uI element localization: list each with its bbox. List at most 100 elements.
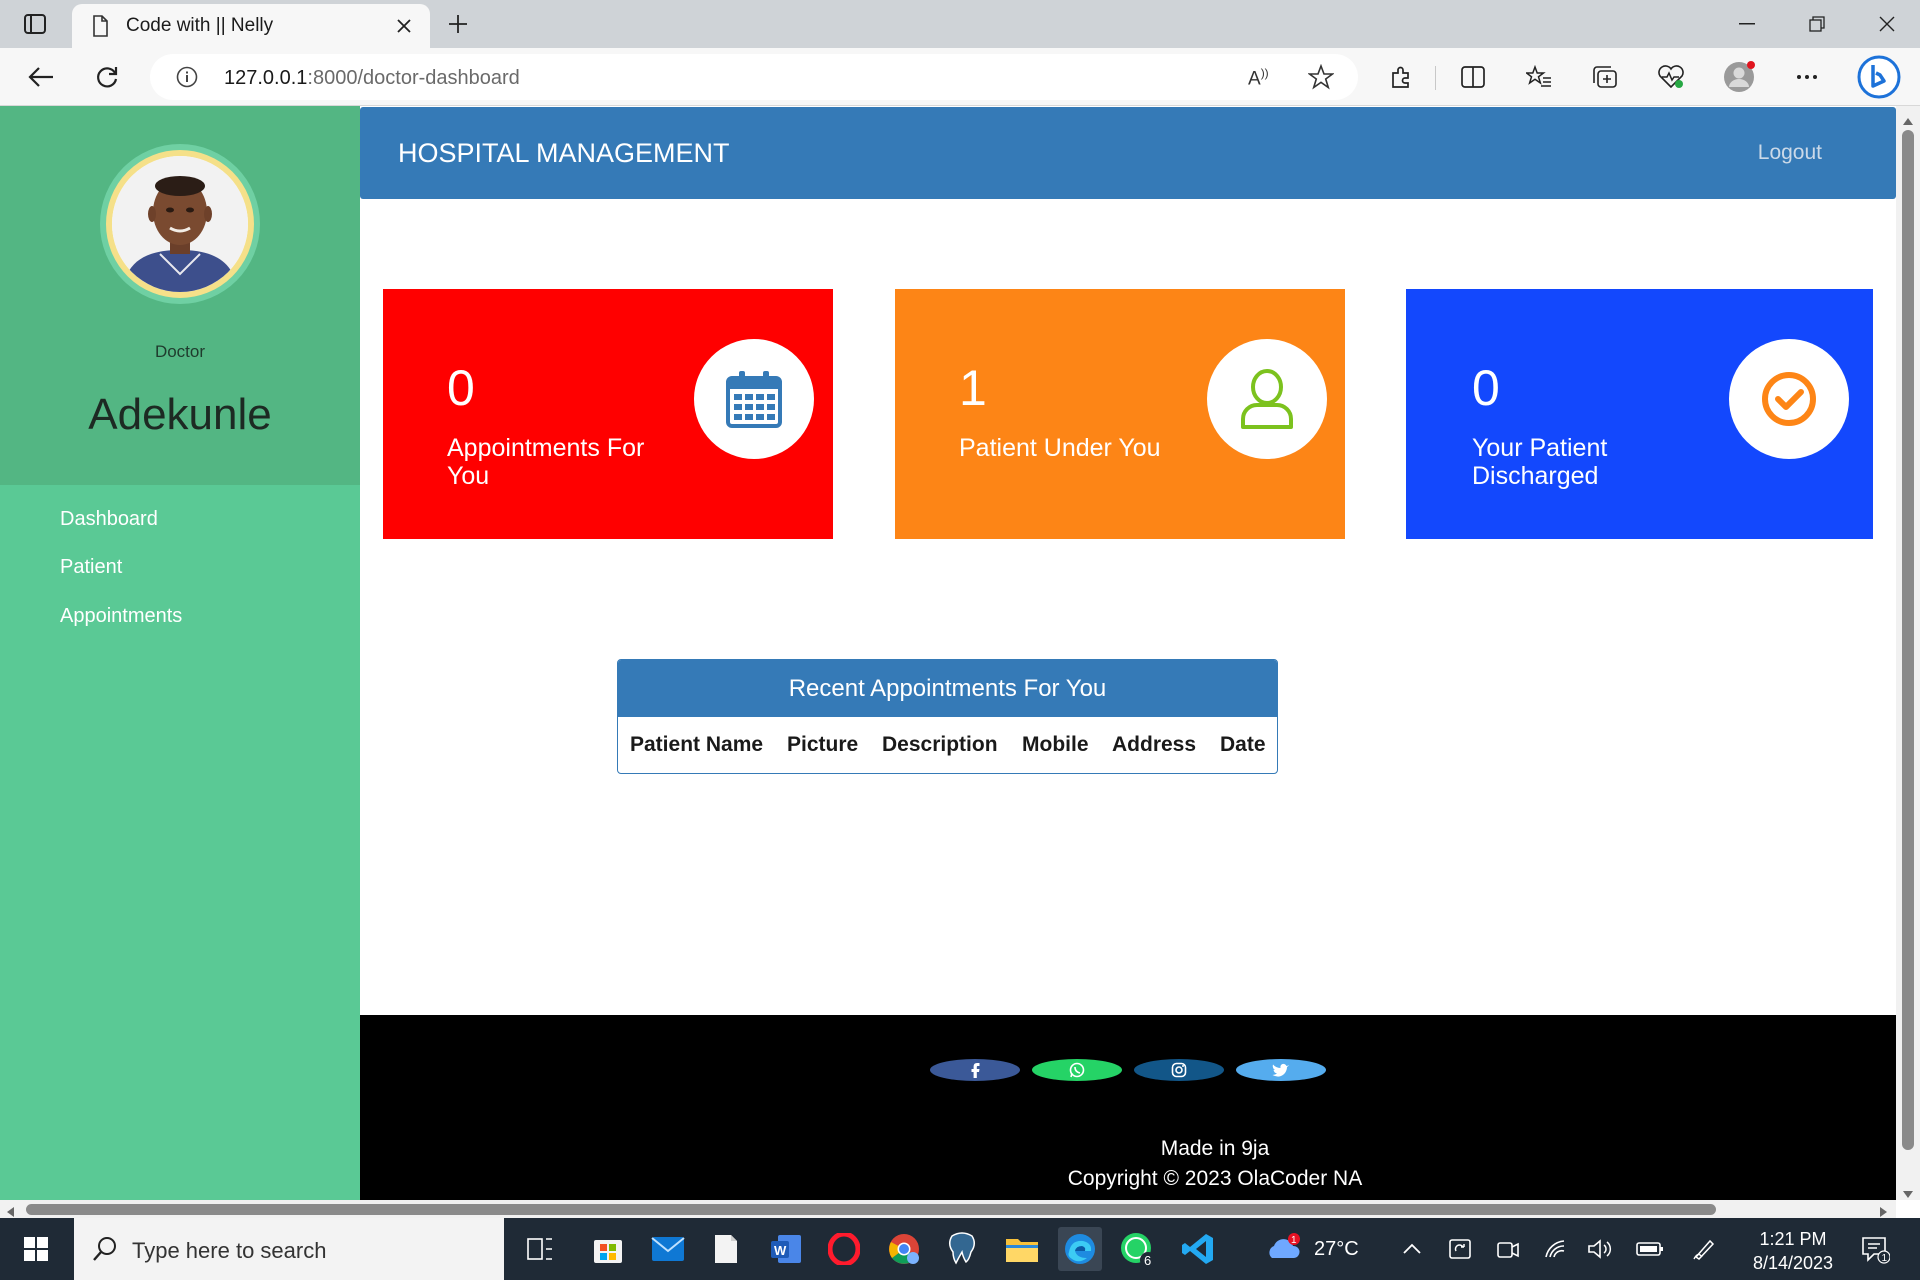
vertical-scroll-thumb[interactable]: [1902, 130, 1914, 1150]
copyright-text: Copyright © 2023 OlaCoder NA: [1067, 1167, 1363, 1190]
microsoft-store-icon[interactable]: [586, 1227, 630, 1271]
postgresql-icon[interactable]: [940, 1227, 984, 1271]
discharged-card: 0 Your Patient Discharged: [1406, 289, 1873, 539]
card-value: 1: [959, 360, 987, 416]
logout-link[interactable]: Logout: [1758, 141, 1822, 165]
wifi-icon[interactable]: [1542, 1235, 1570, 1263]
appointments-card: 0 Appointments For You: [383, 289, 833, 539]
app-brand[interactable]: HOSPITAL MANAGEMENT: [398, 138, 730, 169]
close-tab-icon[interactable]: [392, 14, 416, 38]
clock-time: 1:21 PM: [1759, 1229, 1827, 1249]
card-label: Patient Under You: [959, 434, 1161, 462]
url-path: :8000/doctor-dashboard: [307, 67, 520, 89]
made-in-text: Made in 9ja: [1160, 1137, 1270, 1160]
column-header: Address: [1112, 733, 1197, 756]
sidebar-item-appointments[interactable]: Appointments: [60, 605, 182, 628]
toolbar-divider: [1435, 66, 1436, 90]
show-hidden-icons-chevron-icon[interactable]: [1398, 1235, 1426, 1263]
word-icon[interactable]: W: [764, 1227, 808, 1271]
profile-avatar-icon[interactable]: [1720, 58, 1758, 96]
calendar-icon: [694, 339, 814, 459]
notepad-icon[interactable]: [704, 1227, 748, 1271]
info-icon[interactable]: [176, 66, 198, 93]
address-bar: 127.0.0.1:8000/doctor-dashboard A)): [0, 48, 1920, 106]
camera-icon[interactable]: [1494, 1235, 1522, 1263]
svg-text:1: 1: [1882, 1253, 1888, 1264]
column-header: Patient Name: [630, 733, 764, 756]
collections-icon[interactable]: [1586, 58, 1624, 96]
scroll-up-arrow-icon[interactable]: [1903, 112, 1913, 130]
new-tab-icon[interactable]: [442, 8, 474, 40]
chrome-icon[interactable]: [882, 1227, 926, 1271]
windows-start-icon[interactable]: [0, 1218, 72, 1280]
notifications-icon[interactable]: 1: [1858, 1232, 1892, 1266]
table-header-row: Patient Name Picture Description Mobile …: [618, 717, 1277, 773]
refresh-icon[interactable]: [88, 58, 126, 96]
restore-icon[interactable]: [1794, 6, 1840, 42]
opera-icon[interactable]: [822, 1227, 866, 1271]
page-footer: Made in 9ja Copyright © 2023 OlaCoder NA: [360, 1015, 1896, 1200]
vscode-icon[interactable]: [1176, 1227, 1220, 1271]
tab-title: Code with || Nelly: [126, 15, 274, 36]
card-label: Your Patient Discharged: [1472, 434, 1608, 490]
temperature-text: 27°C: [1314, 1238, 1359, 1260]
search-placeholder: Type here to search: [132, 1238, 327, 1263]
battery-icon[interactable]: [1636, 1235, 1664, 1263]
sidebar-item-dashboard[interactable]: Dashboard: [60, 508, 158, 531]
search-icon: [92, 1236, 118, 1267]
taskbar-clock[interactable]: 1:21 PM 8/14/2023: [1738, 1227, 1848, 1275]
mail-icon[interactable]: [646, 1227, 690, 1271]
url-input[interactable]: 127.0.0.1:8000/doctor-dashboard A)): [150, 54, 1358, 100]
favorites-icon[interactable]: [1520, 58, 1558, 96]
task-view-icon[interactable]: [518, 1227, 562, 1271]
sidebar-item-patient[interactable]: Patient: [60, 556, 122, 579]
user-icon: [1207, 339, 1327, 459]
column-header: Picture: [787, 733, 859, 756]
scroll-down-arrow-icon[interactable]: [1903, 1186, 1913, 1204]
vertical-scrollbar[interactable]: [1896, 106, 1920, 1200]
browser-essentials-icon[interactable]: [1652, 58, 1690, 96]
page-icon: [92, 15, 108, 42]
patients-card: 1 Patient Under You: [895, 289, 1345, 539]
recent-appointments-panel: Recent Appointments For You Patient Name…: [617, 659, 1278, 774]
profile-section: Doctor Adekunle: [0, 106, 360, 485]
minimize-icon[interactable]: [1724, 6, 1770, 42]
clock-date: 8/14/2023: [1752, 1253, 1834, 1273]
back-arrow-icon[interactable]: [22, 58, 60, 96]
column-header: Date: [1220, 733, 1266, 756]
twitter-icon[interactable]: [1236, 1059, 1326, 1081]
whatsapp-icon[interactable]: [1032, 1059, 1122, 1081]
tab-actions-icon[interactable]: [20, 10, 50, 38]
doctor-role: Doctor: [154, 342, 206, 361]
doctor-avatar: [106, 150, 254, 298]
svg-text:1: 1: [1291, 1235, 1297, 1246]
windows-taskbar: Type here to search W 6 1 27°C 1:21 PM 8…: [0, 1218, 1920, 1280]
browser-tab-bar: Code with || Nelly: [0, 0, 1920, 48]
svg-text:6: 6: [1144, 1253, 1151, 1268]
file-explorer-icon[interactable]: [1000, 1227, 1044, 1271]
more-options-icon[interactable]: [1788, 58, 1826, 96]
card-label: Appointments For You: [447, 434, 645, 490]
card-value: 0: [1472, 360, 1500, 416]
browser-tab[interactable]: Code with || Nelly: [72, 4, 430, 48]
horizontal-scroll-thumb[interactable]: [26, 1204, 1716, 1215]
facebook-icon[interactable]: [930, 1059, 1020, 1081]
weather-icon[interactable]: 1: [1262, 1227, 1306, 1271]
bing-chat-icon[interactable]: [1856, 54, 1902, 100]
extensions-icon[interactable]: [1382, 58, 1420, 96]
favorite-star-icon[interactable]: [1307, 63, 1335, 95]
edge-browser-icon[interactable]: [1058, 1227, 1102, 1271]
pen-icon[interactable]: [1690, 1235, 1718, 1263]
instagram-icon[interactable]: [1134, 1059, 1224, 1081]
horizontal-scrollbar[interactable]: [0, 1200, 1896, 1218]
read-aloud-icon[interactable]: A)): [1248, 66, 1269, 90]
whatsapp-app-icon[interactable]: 6: [1116, 1227, 1160, 1271]
doctor-name: Adekunle: [88, 390, 272, 439]
url-host: 127.0.0.1: [224, 67, 308, 89]
taskbar-search-box[interactable]: Type here to search: [74, 1218, 504, 1280]
split-screen-icon[interactable]: [1454, 58, 1492, 96]
close-window-icon[interactable]: [1864, 6, 1910, 42]
avatar-ring: [100, 144, 260, 304]
sync-icon[interactable]: [1446, 1235, 1474, 1263]
volume-icon[interactable]: [1586, 1235, 1614, 1263]
